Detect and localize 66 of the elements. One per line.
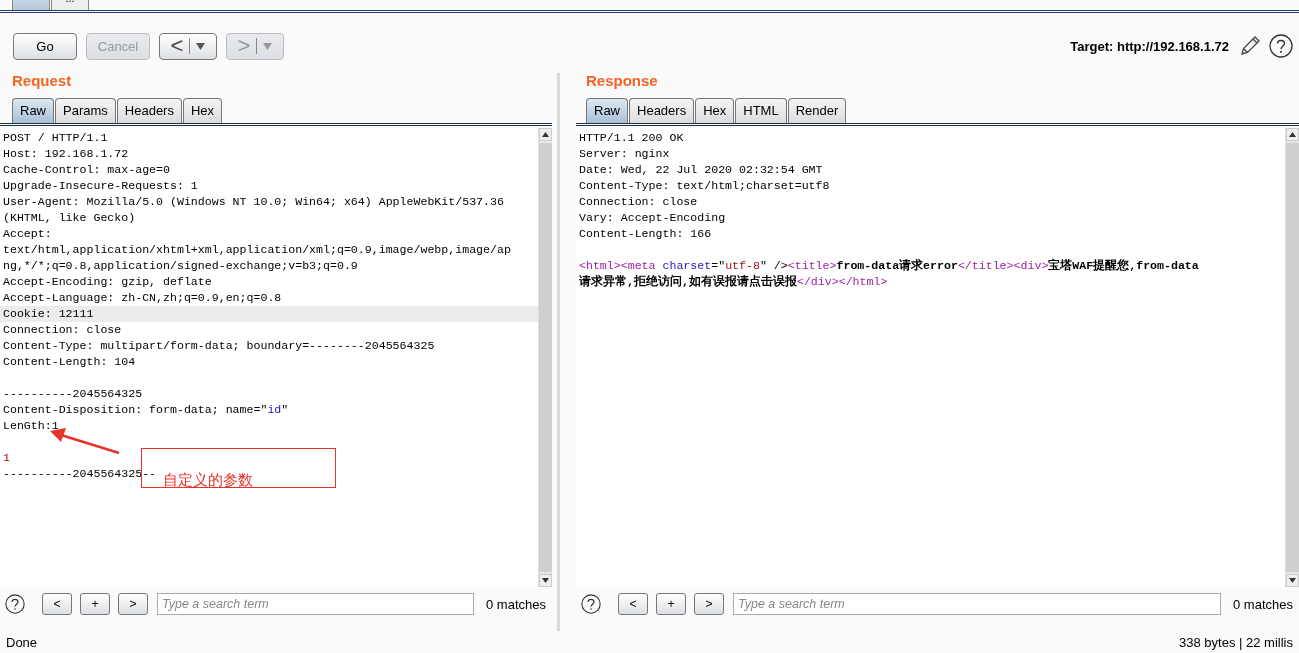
code-line: Vary: Accept-Encoding bbox=[578, 210, 726, 226]
previous-button[interactable]: < bbox=[618, 593, 648, 615]
dropdown-caret-icon bbox=[196, 42, 206, 50]
code-line: ----------2045564325 bbox=[2, 386, 143, 402]
next-button[interactable]: > bbox=[694, 593, 724, 615]
code-line: 请求异常,拒绝访问,如有误报请点击误报</div></html> bbox=[578, 274, 888, 290]
add-button[interactable]: + bbox=[656, 593, 686, 615]
history-button[interactable]: < bbox=[159, 32, 217, 60]
code-line: Content-Length: 104 bbox=[2, 354, 136, 370]
code-line: (KHTML, like Gecko) bbox=[2, 210, 136, 226]
add-button[interactable]: + bbox=[80, 593, 110, 615]
splitter-handle[interactable] bbox=[557, 73, 560, 631]
toolbar-button[interactable]: Go bbox=[13, 32, 77, 60]
help-icon[interactable] bbox=[5, 594, 25, 614]
match-count: 0 matches bbox=[485, 596, 547, 612]
code-line: Content-Length: 166 bbox=[578, 226, 712, 242]
pencil-icon[interactable] bbox=[1239, 35, 1261, 57]
tab[interactable]: Hex bbox=[182, 98, 223, 123]
tab[interactable]: HTML bbox=[735, 98, 787, 123]
code-line: Server: nginx bbox=[578, 146, 670, 162]
code-line: Connection: close bbox=[578, 194, 698, 210]
code-line: Content-Type: multipart/form-data; boundary=--------2045564325 bbox=[2, 338, 435, 354]
tab[interactable]: Render bbox=[787, 98, 847, 123]
next-button[interactable]: > bbox=[118, 593, 148, 615]
code-line: LenGth:1 bbox=[2, 418, 59, 434]
tab[interactable]: Hex bbox=[695, 98, 735, 123]
code-line: Upgrade-Insecure-Requests: 1 bbox=[2, 178, 198, 194]
code-line: HTTP/1.1 200 OK bbox=[578, 130, 684, 146]
code-line: Content-Type: text/html;charset=utf8 bbox=[578, 178, 830, 194]
tab[interactable]: Params bbox=[55, 98, 116, 123]
text-editor[interactable] bbox=[0, 128, 552, 587]
status-text: Done bbox=[6, 634, 38, 650]
code-line: Date: Wed, 22 Jul 2020 02:32:54 GMT bbox=[578, 162, 823, 178]
code-line: Accept-Encoding: gzip, deflate bbox=[2, 274, 212, 290]
tab[interactable]: Headers bbox=[629, 98, 695, 123]
code-line: POST / HTTP/1.1 bbox=[2, 130, 108, 146]
code-line: User-Agent: Mozilla/5.0 (Windows NT 10.0; Win64; x64) AppleWebKit/537.36 bbox=[2, 194, 504, 210]
previous-button[interactable]: < bbox=[42, 593, 72, 615]
help-icon[interactable] bbox=[1269, 34, 1293, 58]
code-line: 1 bbox=[2, 450, 10, 466]
tab[interactable]: Headers bbox=[116, 98, 182, 123]
code-line: ng,*/*;q=0.8,application/signed-exchange;v=b3;q=0.9 bbox=[2, 258, 358, 274]
code-line: Host: 192.168.1.72 bbox=[2, 146, 129, 162]
tab[interactable]: Raw bbox=[12, 98, 54, 123]
code-line: Connection: close bbox=[2, 322, 122, 338]
tab[interactable]: ... bbox=[51, 0, 89, 10]
annotation-arrow bbox=[49, 428, 120, 454]
panel-title: Request bbox=[11, 73, 73, 91]
code-line: text/html,application/xhtml+xml,application/xml;q=0.9,image/webp,image/ap bbox=[2, 242, 511, 258]
code-line: Content-Disposition: form-data; name="id" bbox=[2, 402, 289, 418]
scrollbar[interactable] bbox=[538, 128, 552, 587]
dropdown-caret-icon bbox=[263, 42, 273, 50]
scrollbar[interactable] bbox=[1285, 128, 1299, 587]
code-line: <html><meta charset="utf-8" /><title>from-data请求error</title><div>宝塔WAF提醒您,from-data bbox=[578, 258, 1199, 274]
match-count: 0 matches bbox=[1232, 596, 1294, 612]
annotation-text: 自定义的参数 bbox=[163, 471, 253, 490]
response-stats: 338 bytes | 22 millis bbox=[1179, 634, 1293, 650]
panel-title: Response bbox=[585, 73, 659, 91]
code-line: Accept: bbox=[2, 226, 52, 242]
search-field[interactable]: Type a search term bbox=[733, 593, 1221, 615]
target-label: Target: http://192.168.1.72 bbox=[1070, 38, 1229, 54]
search-field[interactable]: Type a search term bbox=[157, 593, 474, 615]
code-line: Accept-Language: zh-CN,zh;q=0.9,en;q=0.8 bbox=[2, 290, 282, 306]
tab[interactable]: Raw bbox=[586, 98, 628, 123]
help-icon[interactable] bbox=[581, 594, 601, 614]
code-line: Cache-Control: max-age=0 bbox=[2, 162, 170, 178]
